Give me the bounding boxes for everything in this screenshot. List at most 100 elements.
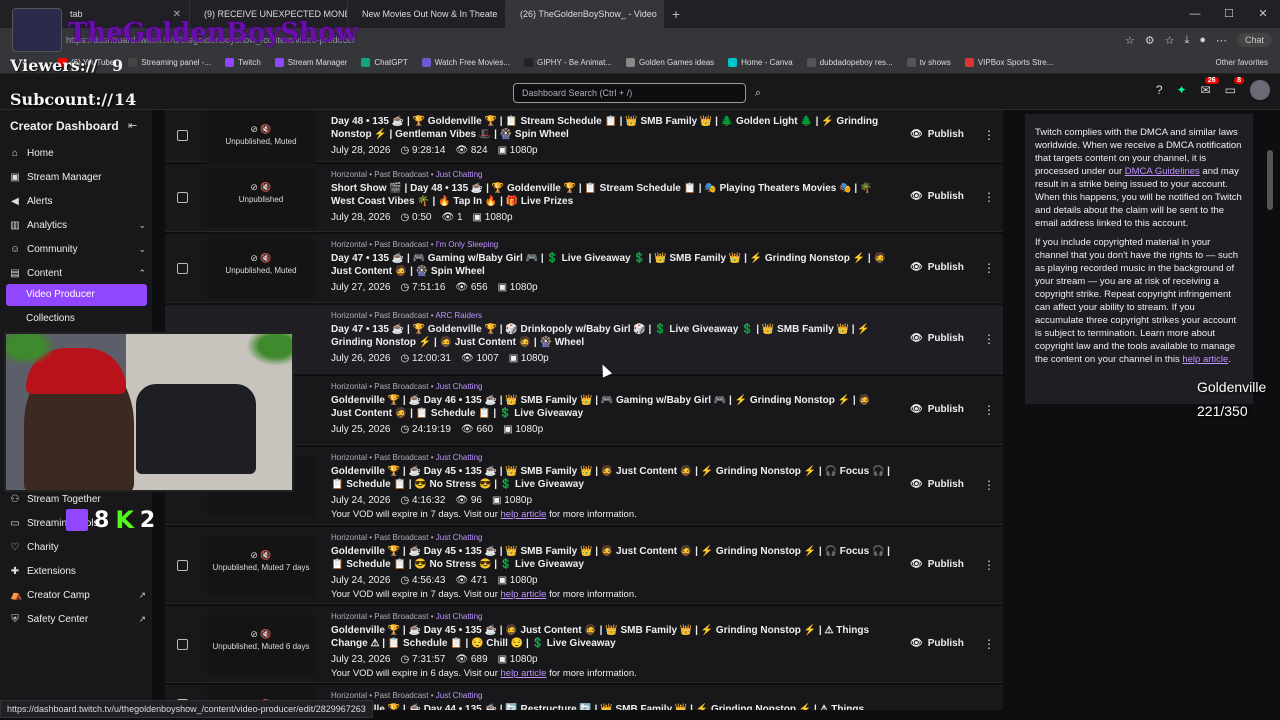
sidebar-item-video-producer[interactable]: Video Producer — [6, 284, 147, 306]
publish-button[interactable]: 👁 Publish — [910, 129, 964, 140]
video-category[interactable]: Just Chatting — [436, 453, 483, 462]
help-article-link[interactable]: help article — [501, 509, 547, 520]
bookmark-item[interactable]: Twitch — [225, 58, 261, 67]
publish-button[interactable]: 👁 Publish — [910, 404, 964, 415]
video-row[interactable]: ⊘ 🔇 Unpublished, Muted Horizontal • Past … — [165, 234, 1003, 303]
video-row[interactable]: ⊘ 🔇 Unpublished, Muted Day 48 • 135 ☕ | 🏆… — [165, 110, 1003, 170]
video-thumbnail[interactable]: ⊘ 🔇 Unpublished, Muted — [207, 110, 315, 170]
publish-button[interactable]: 👁 Publish — [910, 638, 964, 649]
select-checkbox[interactable] — [177, 130, 188, 141]
download-icon[interactable]: ⤓ — [1184, 34, 1189, 47]
bookmark-item[interactable]: GIPHY - Be Animat... — [524, 58, 612, 67]
video-category[interactable]: I'm Only Sleeping — [436, 240, 498, 249]
video-thumbnail[interactable]: ⊘ 🔇 Unpublished — [207, 168, 315, 228]
menu-icon[interactable]: ⋯ — [1216, 34, 1227, 47]
sidebar-item-creator-camp[interactable]: ⛺ Creator Camp ↗ — [10, 584, 146, 606]
dashboard-search-input[interactable]: Dashboard Search (Ctrl + /) — [513, 83, 746, 103]
sidebar-item-charity[interactable]: ♡ Charity — [10, 536, 146, 558]
video-title[interactable]: Goldenville 🏆 | ☕ Day 45 • 135 ☕ | 🧔 Jus… — [331, 624, 891, 650]
video-title[interactable]: Goldenville 🏆 | ☕ Day 46 • 135 ☕ | 👑 SMB… — [331, 394, 891, 420]
bookmark-item[interactable]: Streaming panel -... — [128, 58, 211, 67]
more-options-icon[interactable]: ⋮ — [983, 190, 995, 204]
bookmark-item[interactable]: Golden Games ideas — [626, 58, 714, 67]
sidebar-item-stream-manager[interactable]: ▣ Stream Manager — [10, 166, 146, 188]
sidebar-item-home[interactable]: ⌂ Home — [10, 142, 146, 164]
dmca-guidelines-link[interactable]: DMCA Guidelines — [1125, 166, 1200, 177]
more-options-icon[interactable]: ⋮ — [983, 403, 995, 417]
close-window-icon[interactable]: ✕ — [1246, 0, 1280, 28]
minimize-icon[interactable]: — — [1178, 0, 1212, 28]
publish-button[interactable]: 👁 Publish — [910, 191, 964, 202]
notifications-icon[interactable]: ▭ 8 — [1225, 77, 1244, 97]
prime-icon[interactable]: ✦ — [1177, 83, 1187, 97]
select-checkbox[interactable] — [177, 560, 188, 571]
sidebar-item-extensions[interactable]: ✚ Extensions — [10, 560, 146, 582]
video-title[interactable]: Goldenville 🏆 | ☕ Day 45 • 135 ☕ | 👑 SMB… — [331, 545, 891, 571]
video-title[interactable]: Short Show 🎬 | Day 48 • 135 ☕ | 🏆 Golden… — [331, 182, 891, 208]
kick-count: 2 — [139, 507, 156, 533]
bookmark-item[interactable]: dubdadopeboy res... — [806, 58, 893, 67]
video-title[interactable]: Day 47 • 135 ☕ | 🏆 Goldenville 🏆 | 🎲 Dri… — [331, 323, 891, 349]
search-icon[interactable]: ⌕ — [748, 83, 768, 103]
select-checkbox[interactable] — [177, 639, 188, 650]
video-title[interactable]: Day 47 • 135 ☕ | 🎮 Gaming w/Baby Girl 🎮 … — [331, 252, 891, 278]
scrollbar[interactable] — [1267, 150, 1273, 210]
select-checkbox[interactable] — [177, 192, 188, 203]
help-article-link[interactable]: help article — [501, 668, 547, 679]
bookmark-item[interactable]: Stream Manager — [274, 58, 347, 67]
sidebar-item-content[interactable]: ▤ Content ⌃ — [10, 262, 146, 284]
browser-tab-3[interactable]: New Movies Out Now & In Theate✕ — [348, 0, 506, 28]
video-title[interactable]: Goldenville 🏆 | ☕ Day 45 • 135 ☕ | 👑 SMB… — [331, 465, 891, 491]
star-icon[interactable]: ☆ — [1125, 34, 1135, 47]
more-options-icon[interactable]: ⋮ — [983, 558, 995, 572]
video-title[interactable]: Goldenville 🏆 | ☕ Day 44 • 135 ☕ | 🔄 Res… — [331, 703, 891, 710]
bookmark-item[interactable]: ChatGPT — [361, 58, 408, 67]
profile-icon[interactable]: ● — [1199, 34, 1206, 46]
publish-button[interactable]: 👁 Publish — [910, 333, 964, 344]
extensions-icon[interactable]: ⚙ — [1145, 34, 1155, 47]
video-row[interactable]: ⊘ 🔇 Unpublished, Muted 7 days Horizontal … — [165, 527, 1003, 604]
sidebar-item-safety-center[interactable]: ⛨ Safety Center ↗ — [10, 608, 146, 630]
bookmark-item[interactable]: tv shows — [906, 58, 951, 67]
help-article-link[interactable]: help article — [501, 589, 547, 600]
more-options-icon[interactable]: ⋮ — [983, 478, 995, 492]
browser-tab-4[interactable]: (26) TheGoldenBoyShow_ - Video✕ — [506, 0, 664, 28]
sidebar-item-alerts[interactable]: ◀ Alerts — [10, 190, 146, 212]
video-row[interactable]: ⊘ 🔇 Unpublished, Muted 6 days Horizontal … — [165, 606, 1003, 683]
video-category[interactable]: Just Chatting — [436, 170, 483, 179]
video-category[interactable]: Just Chatting — [436, 691, 483, 700]
more-options-icon[interactable]: ⋮ — [983, 128, 995, 142]
favorites-icon[interactable]: ☆ — [1165, 34, 1175, 47]
new-tab-button[interactable]: + — [664, 6, 688, 22]
bookmark-item[interactable]: Watch Free Movies... — [421, 58, 510, 67]
other-favorites[interactable]: Other favorites — [1216, 58, 1268, 67]
chat-button[interactable]: Chat — [1236, 33, 1272, 47]
video-row[interactable]: ⊘ 🔇 Unpublished Horizontal • Past Broadca… — [165, 164, 1003, 232]
sidebar-item-analytics[interactable]: ▥ Analytics ⌄ — [10, 214, 146, 236]
video-category[interactable]: Just Chatting — [436, 382, 483, 391]
more-options-icon[interactable]: ⋮ — [983, 261, 995, 275]
video-title[interactable]: Day 48 • 135 ☕ | 🏆 Goldenville 🏆 | 📋 Str… — [331, 115, 891, 141]
video-thumbnail[interactable]: ⊘ 🔇 Unpublished, Muted 7 days — [207, 536, 315, 596]
publish-button[interactable]: 👁 Publish — [910, 479, 964, 490]
video-category[interactable]: Just Chatting — [436, 612, 483, 621]
help-icon[interactable]: ? — [1156, 83, 1163, 97]
sidebar-item-community[interactable]: ☺ Community ⌄ — [10, 238, 146, 260]
sidebar-item-collections[interactable]: Collections — [26, 313, 75, 324]
video-category[interactable]: Just Chatting — [436, 533, 483, 542]
video-thumbnail[interactable]: ⊘ 🔇 Unpublished, Muted 6 days — [207, 615, 315, 675]
more-options-icon[interactable]: ⋮ — [983, 332, 995, 346]
bookmark-item[interactable]: Home - Canva — [728, 58, 793, 67]
maximize-icon[interactable]: ☐ — [1212, 0, 1246, 28]
avatar[interactable] — [1250, 80, 1270, 100]
help-article-link[interactable]: help article — [1182, 354, 1228, 365]
inbox-icon[interactable]: ✉ 26 — [1201, 77, 1219, 97]
collapse-icon[interactable]: ⇤ — [128, 119, 137, 132]
more-options-icon[interactable]: ⋮ — [983, 637, 995, 651]
video-thumbnail[interactable]: ⊘ 🔇 Unpublished, Muted — [207, 239, 315, 299]
video-category[interactable]: ARC Raiders — [435, 311, 482, 320]
select-checkbox[interactable] — [177, 263, 188, 274]
bookmark-item[interactable]: VIPBox Sports Stre... — [964, 58, 1053, 67]
publish-button[interactable]: 👁 Publish — [910, 559, 964, 570]
publish-button[interactable]: 👁 Publish — [910, 262, 964, 273]
